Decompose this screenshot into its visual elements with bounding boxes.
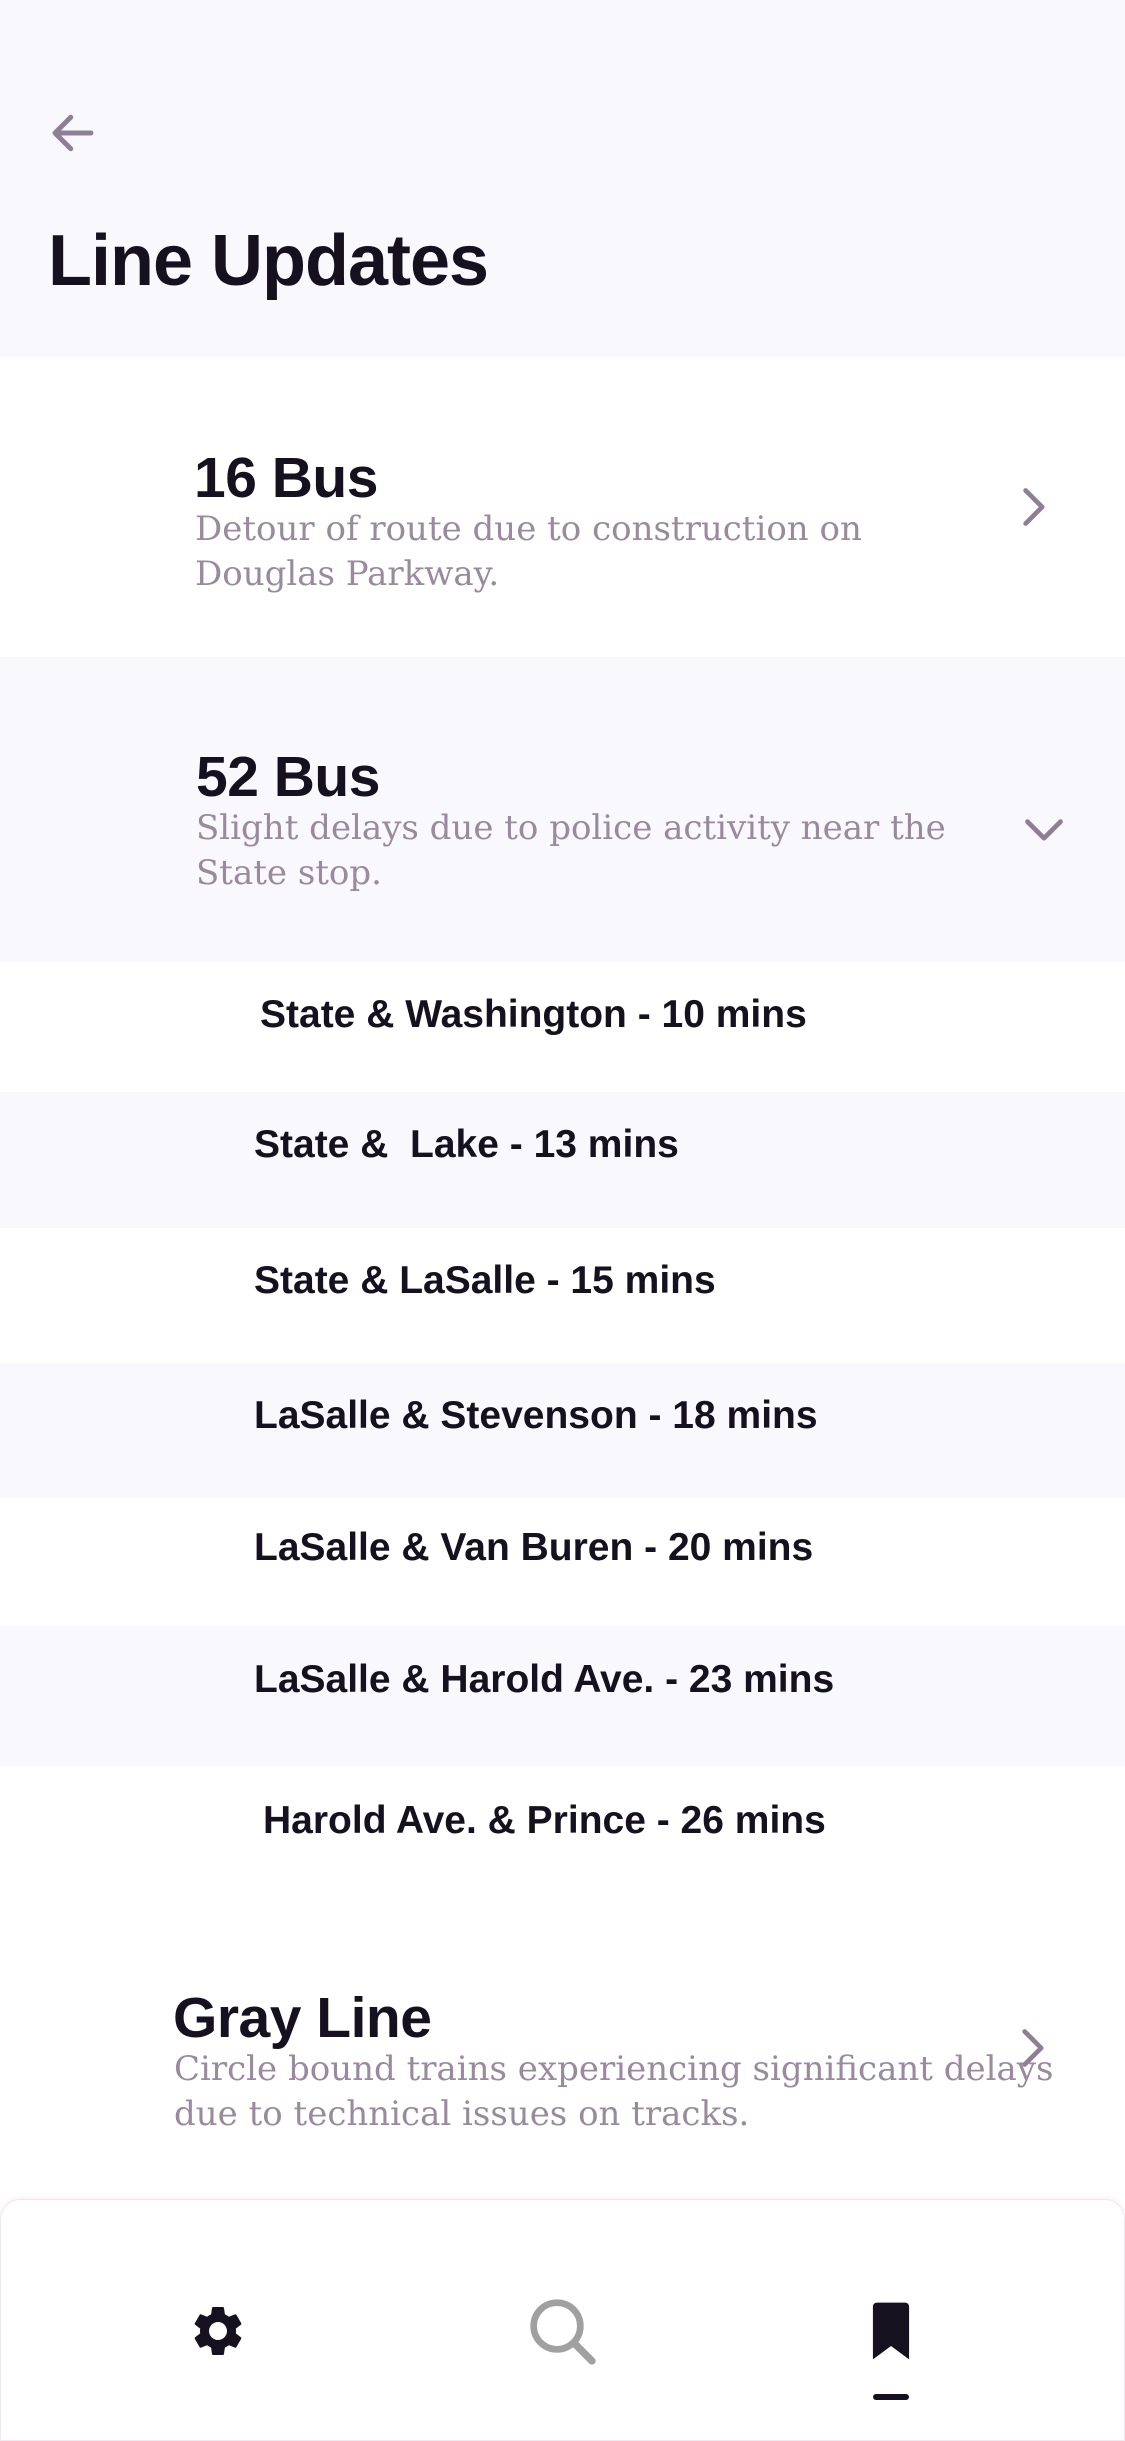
stop-label: Harold Ave. & Prince - 26 mins [263,1799,826,1842]
bookmark-icon [872,2302,910,2360]
stop-label: LaSalle & Stevenson - 18 mins [254,1394,818,1437]
page-title: Line Updates [48,221,489,301]
card-description-line: Douglas Parkway. [195,554,500,594]
update-card-52-bus[interactable]: 52 Bus Slight delays due to police activ… [0,657,1125,962]
card-title: 52 Bus [196,745,380,809]
stop-row[interactable]: LaSalle & Van Buren - 20 mins [0,1498,1125,1626]
update-card-gray-line[interactable]: Gray Line Circle bound trains experienci… [0,1876,1125,2198]
stop-label: LaSalle & Harold Ave. - 23 mins [254,1658,835,1701]
card-description-line: due to technical issues on tracks. [174,2094,750,2134]
stop-row[interactable]: State & Washington - 10 mins [0,962,1125,1092]
card-description-line: State stop. [196,853,382,893]
card-description-line: Detour of route due to construction on [195,509,862,549]
stop-label: State & LaSalle - 15 mins [254,1259,716,1302]
stop-row[interactable]: State & LaSalle - 15 mins [0,1228,1125,1363]
stop-label: LaSalle & Van Buren - 20 mins [254,1526,814,1569]
chevron-down-icon [1025,819,1063,841]
collapse-button[interactable] [1022,807,1066,851]
search-icon [530,2299,596,2365]
back-button[interactable] [40,100,106,166]
gear-icon [194,2307,242,2355]
nav-settings-button[interactable] [173,2286,263,2376]
card-description: Detour of route due to construction on D… [195,507,862,597]
stop-label: State & Washington - 10 mins [260,993,807,1036]
header: Line Updates [0,0,1125,357]
stop-row[interactable]: State & Lake - 13 mins [0,1092,1125,1228]
stop-row[interactable]: LaSalle & Stevenson - 18 mins [0,1363,1125,1498]
chevron-right-icon [1022,2029,1044,2067]
arrow-left-icon [52,114,94,152]
card-description: Slight delays due to police activity nea… [196,806,946,896]
card-description-line: Circle bound trains experiencing signifi… [174,2049,1054,2089]
nav-saved-button[interactable] [846,2286,936,2376]
active-tab-indicator [873,2394,909,2400]
card-description-line: Slight delays due to police activity nea… [196,808,946,848]
card-description: Circle bound trains experiencing signifi… [174,2047,1053,2137]
card-title: 16 Bus [194,446,378,510]
nav-search-button[interactable] [517,2286,607,2376]
expand-button[interactable] [1011,485,1055,529]
stop-label: State & Lake - 13 mins [254,1123,679,1166]
update-card-16-bus[interactable]: 16 Bus Detour of route due to constructi… [0,357,1125,657]
card-title: Gray Line [173,1986,432,2050]
chevron-right-icon [1023,488,1045,526]
stop-row[interactable]: Harold Ave. & Prince - 26 mins [0,1766,1125,1876]
expand-button[interactable] [1010,2026,1054,2070]
stop-row[interactable]: LaSalle & Harold Ave. - 23 mins [0,1626,1125,1766]
